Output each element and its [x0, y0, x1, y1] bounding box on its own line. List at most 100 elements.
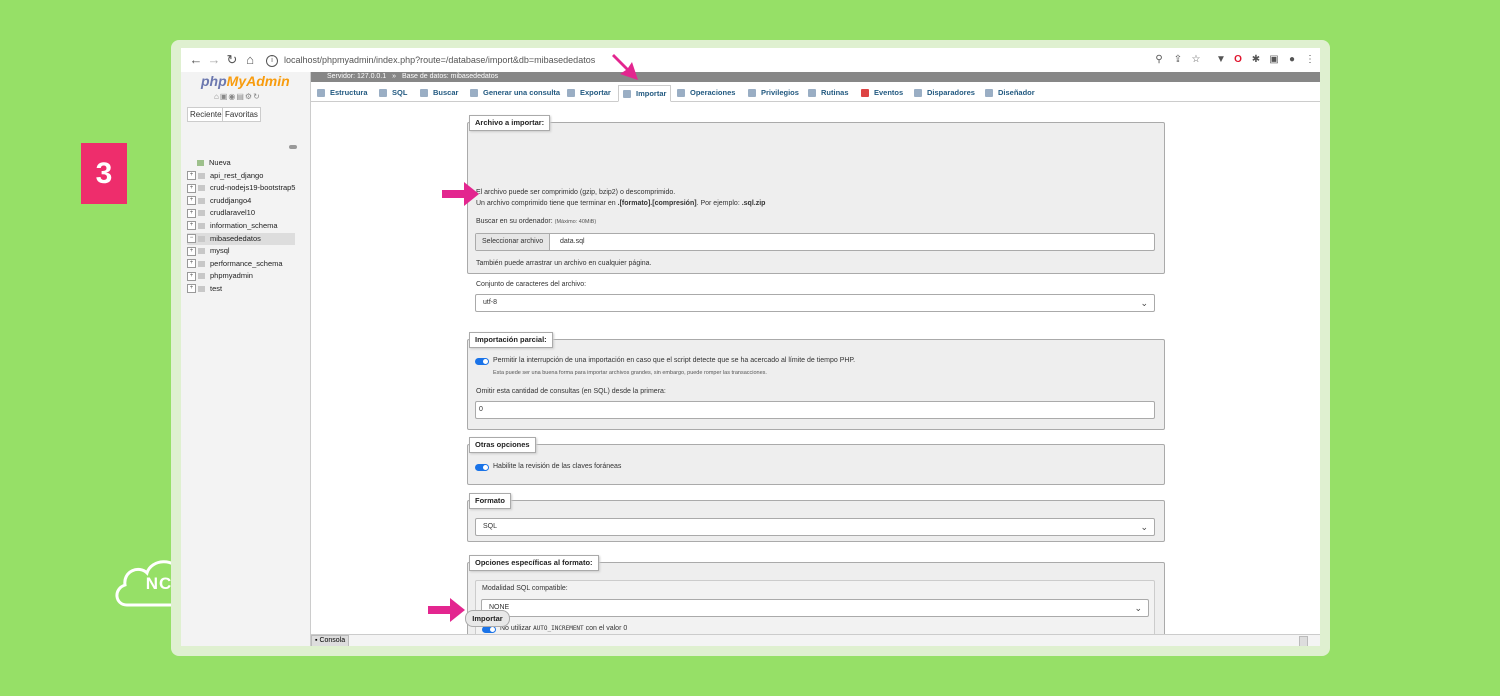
expand-icon[interactable]: − — [187, 234, 196, 244]
expand-icon[interactable]: + — [187, 208, 196, 218]
tree-item-database[interactable]: + cruddjango4 — [187, 195, 295, 208]
tree-item-database[interactable]: + crud-nodejs19-bootstrap5 — [187, 182, 295, 195]
tab-label: Exportar — [580, 88, 611, 97]
database-icon — [198, 285, 205, 292]
console-settings-icon[interactable] — [1299, 636, 1308, 646]
collapse-all-icon[interactable] — [289, 145, 297, 149]
tab-label: Rutinas — [821, 88, 849, 97]
tree-item-database[interactable]: + mysql — [187, 245, 295, 258]
browse-label-text: Buscar en su ordenador: — [476, 218, 553, 225]
max-size: (Máximo: 40MiB) — [554, 219, 597, 225]
sidebar-quick-icons[interactable]: ⌂▣◉▤⚙↻ — [214, 92, 261, 101]
tab-generar-consulta[interactable]: Generar una consulta — [470, 85, 560, 100]
compression-format-desc: Un archivo comprimido tiene que terminar… — [476, 200, 765, 207]
expand-icon[interactable]: + — [187, 221, 196, 231]
tab-exportar[interactable]: Exportar — [567, 85, 611, 100]
expand-icon[interactable]: + — [187, 271, 196, 281]
opera-extension-icon[interactable]: O — [1231, 53, 1245, 67]
tab-disenador[interactable]: Diseñador — [985, 85, 1035, 100]
tree-item-label: crudlaravel10 — [210, 208, 256, 218]
navigation-sidebar: phpMyAdmin ⌂▣◉▤⚙↻ Reciente Favoritas Nue… — [181, 72, 311, 646]
sql-compat-select[interactable]: NONE ⌄ — [481, 599, 1149, 617]
breadcrumb-database[interactable]: Base de datos: mibasededatos — [402, 73, 498, 80]
select-file-button[interactable]: Seleccionar archivo — [476, 234, 551, 250]
expand-icon[interactable]: + — [187, 259, 196, 269]
tab-label: Estructura — [330, 88, 368, 97]
tree-item-database[interactable]: + performance_schema — [187, 258, 295, 271]
reload-icon[interactable]: ↻ — [223, 51, 241, 69]
tab-label: Eventos — [874, 88, 904, 97]
tab-privilegios[interactable]: Privilegios — [748, 85, 799, 100]
forward-icon[interactable]: → — [205, 51, 223, 69]
operations-icon — [677, 89, 685, 98]
skip-queries-input[interactable]: 0 — [475, 401, 1155, 419]
tab-buscar[interactable]: Buscar — [420, 85, 458, 100]
triggers-icon — [914, 89, 922, 98]
database-tree: Nueva + api_rest_django + crud-nodejs19-bo… — [187, 157, 296, 296]
tab-eventos[interactable]: Eventos — [861, 85, 903, 100]
sidebar-tab-favorites[interactable]: Favoritas — [222, 107, 261, 122]
arrow-pointer-import-button — [428, 598, 465, 622]
expand-icon[interactable]: + — [187, 246, 196, 256]
zoom-icon[interactable]: ⚲ — [1152, 53, 1166, 67]
address-bar[interactable]: i localhost/phpmyadmin/index.php?route=/d… — [266, 52, 1156, 68]
database-icon — [198, 260, 205, 267]
tree-item-label: cruddjango4 — [210, 195, 252, 205]
tab-sql[interactable]: SQL — [379, 85, 407, 100]
sidebar-tab-recent[interactable]: Reciente — [187, 107, 225, 122]
allow-interrupt-toggle[interactable] — [475, 358, 489, 365]
designer-icon — [985, 89, 993, 98]
format-value: SQL — [483, 523, 498, 530]
expand-icon[interactable]: + — [187, 171, 196, 181]
tab-disparadores[interactable]: Disparadores — [914, 85, 975, 100]
tree-item-database[interactable]: + crudlaravel10 — [187, 207, 295, 220]
extensions-puzzle-icon[interactable]: ✱ — [1249, 53, 1263, 67]
back-icon[interactable]: ← — [187, 51, 205, 69]
events-icon — [861, 89, 869, 98]
format-select[interactable]: SQL ⌄ — [475, 518, 1155, 536]
expand-icon[interactable]: + — [187, 183, 196, 193]
expand-icon[interactable]: + — [187, 196, 196, 206]
profile-avatar-icon[interactable]: ● — [1285, 53, 1299, 67]
tree-item-database[interactable]: + api_rest_django — [187, 170, 295, 183]
share-icon[interactable]: ⇪ — [1171, 53, 1185, 67]
tab-importar[interactable]: Importar — [618, 85, 672, 102]
database-icon — [198, 222, 205, 229]
console-button[interactable]: ▪ Consola — [311, 635, 350, 646]
tab-operaciones[interactable]: Operaciones — [677, 85, 735, 100]
foreign-keys-toggle[interactable] — [475, 464, 489, 471]
charset-select[interactable]: utf-8 ⌄ — [475, 294, 1155, 312]
tab-estructura[interactable]: Estructura — [317, 85, 368, 100]
tree-item-database[interactable]: + test — [187, 283, 295, 296]
side-panel-icon[interactable]: ▣ — [1267, 53, 1281, 67]
home-icon[interactable]: ⌂ — [241, 51, 259, 69]
compression-desc: El archivo puede ser comprimido (gzip, b… — [476, 189, 676, 196]
breadcrumb-separator: » — [392, 73, 397, 80]
breadcrumb-server[interactable]: Servidor: 127.0.0.1 — [327, 73, 386, 80]
site-info-icon[interactable]: i — [266, 54, 278, 67]
extension-filter-icon[interactable]: ▼ — [1214, 53, 1228, 67]
import-file-legend: Archivo a importar: — [469, 115, 551, 131]
tree-item-database[interactable]: + phpmyadmin — [187, 270, 295, 283]
auto-inc-code: AUTO_INCREMENT — [533, 625, 584, 632]
bookmark-star-icon[interactable]: ☆ — [1189, 53, 1203, 67]
tab-label: Operaciones — [690, 88, 736, 97]
database-tabs: Estructura SQL Buscar Generar una consul… — [311, 83, 1320, 102]
tab-rutinas[interactable]: Rutinas — [808, 85, 849, 100]
drag-hint: También puede arrastrar un archivo en cu… — [476, 260, 652, 267]
export-icon — [567, 89, 575, 98]
no-auto-increment-toggle[interactable] — [482, 626, 496, 633]
import-submit-button[interactable]: Importar — [465, 610, 510, 627]
tree-item-database[interactable]: + information_schema — [187, 220, 295, 233]
skip-queries-label: Omitir esta cantidad de consultas (en SQ… — [476, 388, 666, 395]
tree-item-new[interactable]: Nueva — [187, 157, 295, 170]
tree-item-database-selected[interactable]: − mibasededatos — [187, 232, 296, 246]
browser-menu-icon[interactable]: ⋮ — [1303, 53, 1317, 67]
expand-icon[interactable]: + — [187, 284, 196, 294]
database-icon — [198, 235, 205, 242]
file-input[interactable]: Seleccionar archivo data.sql — [475, 233, 1155, 251]
phpmyadmin-logo[interactable]: phpMyAdmin — [201, 73, 290, 89]
format-legend: Formato — [469, 493, 511, 509]
browse-label: Buscar en su ordenador: (Máximo: 40MiB) — [476, 218, 596, 225]
privileges-icon — [748, 89, 756, 98]
